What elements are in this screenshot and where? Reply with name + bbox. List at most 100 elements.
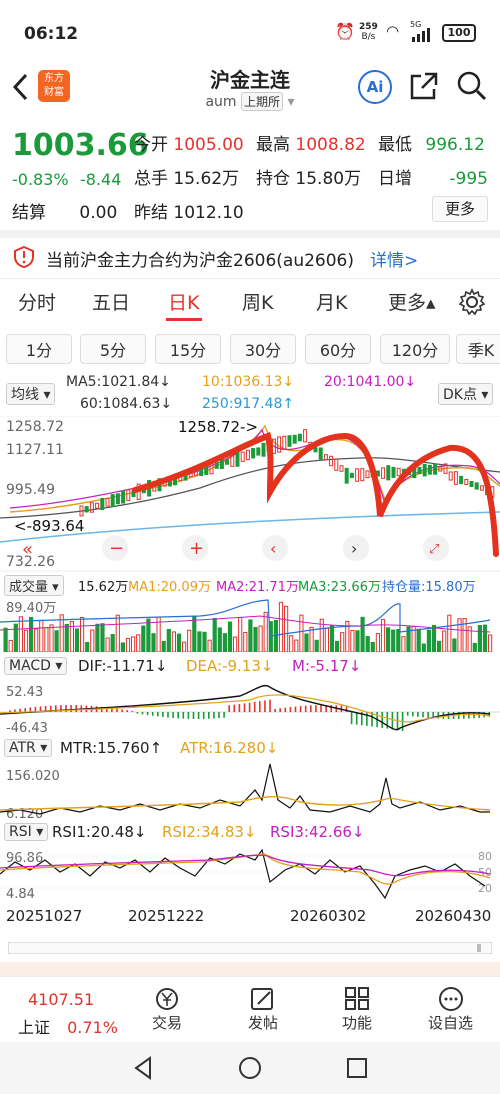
interval-120m[interactable]: 120分 [380, 334, 450, 364]
macd-bar [417, 712, 419, 717]
volume-chart[interactable]: 89.40万 [0, 596, 500, 652]
macd-bar [274, 708, 276, 712]
back-icon[interactable] [10, 72, 32, 102]
macd-bar [19, 708, 21, 712]
eastmoney-logo[interactable]: 东方 财富 [38, 70, 70, 102]
candle [381, 467, 386, 479]
macd-bar [126, 710, 128, 712]
volume-select[interactable]: 成交量 ▾ [4, 575, 64, 596]
volume-bar [314, 639, 319, 652]
volume-bar [100, 623, 105, 652]
interval-1m[interactable]: 1分 [6, 334, 72, 364]
dk-point-button[interactable]: DK点 ▾ [438, 383, 494, 405]
volume-y-top: 89.40万 [6, 601, 56, 616]
volume-bar [350, 630, 355, 652]
volume-bar [375, 633, 380, 652]
contract-notice[interactable]: 当前沪金主力合约为沪金2606(au2606) 详情> [0, 238, 500, 278]
candle [84, 506, 89, 513]
macd-bar [141, 712, 144, 715]
macd-bar [9, 710, 11, 712]
tab-daily-k[interactable]: 日K [168, 288, 199, 315]
contract-code[interactable]: aum 上期所 ▾ [150, 92, 350, 111]
candle [261, 442, 266, 457]
candle [339, 465, 344, 472]
interval-15m[interactable]: 15分 [155, 334, 221, 364]
interval-quarter[interactable]: 季K [456, 334, 500, 364]
nav-back-icon[interactable] [132, 1056, 154, 1080]
candle [95, 502, 100, 509]
volume-bar [442, 630, 447, 652]
nav-recent-icon[interactable] [345, 1056, 369, 1080]
macd-bar [223, 712, 225, 718]
tab-intraday[interactable]: 分时 [18, 288, 56, 315]
scroll-left-icon[interactable]: « [22, 539, 33, 560]
ma60-label: 60:1084.63↓ [80, 396, 173, 412]
more-button[interactable]: 更多 [432, 196, 488, 222]
rsi-chart[interactable]: 96.86 4.84 80 50 20 [0, 846, 500, 906]
macd-bar [304, 705, 307, 712]
atr-select[interactable]: ATR ▾ [4, 739, 53, 757]
volume-bar [217, 627, 222, 652]
trade-button[interactable]: 交易 [152, 986, 182, 1033]
scrollbar-thumb[interactable] [477, 944, 481, 952]
candle [344, 467, 349, 484]
ai-button[interactable]: Ai [358, 70, 392, 104]
app-header: 东方 财富 沪金主连 aum 上期所 ▾ Ai [0, 62, 500, 114]
volume-bar [171, 631, 177, 652]
kline-chart[interactable]: 1258.72 1127.11 995.49 732.26 1258.72-> … [0, 416, 500, 572]
x-date-1: 20251027 [6, 907, 83, 925]
indicator-select[interactable]: 均线 ▾ [6, 383, 56, 405]
tab-monthly-k[interactable]: 月K [316, 288, 347, 315]
macd-bars [4, 699, 491, 731]
volume-bar [49, 624, 54, 652]
x-date-4: 20260430 [415, 907, 492, 925]
macd-bar [315, 705, 317, 712]
share-icon[interactable] [408, 70, 440, 102]
volume-bar [365, 636, 370, 652]
volume-bar [64, 623, 69, 652]
macd-bar [422, 712, 424, 718]
tab-weekly-k[interactable]: 周K [242, 288, 273, 315]
atr-chart[interactable]: 156.020 6.120 [0, 760, 500, 822]
rsi-select[interactable]: RSI ▾ [4, 823, 49, 841]
volume-bar [44, 627, 49, 652]
volume-bar [447, 614, 452, 652]
volume-bar [131, 636, 136, 652]
macd-bar [167, 712, 169, 718]
macd-bar [406, 712, 409, 716]
volume-bar [187, 629, 192, 652]
oi-change-value: -995 [449, 169, 488, 189]
add-watchlist-button[interactable]: 设自选 [428, 986, 473, 1033]
search-icon[interactable] [456, 70, 488, 102]
volume-bar [335, 640, 340, 652]
index-name[interactable]: 上证 0.71% [18, 1014, 118, 1038]
notice-link[interactable]: 详情> [370, 246, 418, 271]
macd-bar [248, 702, 251, 712]
tab-five-day[interactable]: 五日 [92, 288, 130, 315]
status-bar: 06:12 ⏰ 259 B/s ◠ 5G 100 [0, 0, 500, 62]
macd-bar [197, 712, 200, 719]
candle [459, 475, 464, 485]
macd-bar [289, 707, 292, 712]
macd-select[interactable]: MACD ▾ [4, 657, 68, 675]
candle [121, 490, 126, 504]
volume-bar [386, 627, 391, 652]
volume-bar [182, 641, 187, 652]
tab-more[interactable]: 更多▴ [388, 288, 436, 315]
interval-30m[interactable]: 30分 [230, 334, 296, 364]
gear-icon[interactable] [458, 288, 486, 316]
post-button[interactable]: 发帖 [248, 986, 278, 1033]
index-value[interactable]: 4107.51 [28, 990, 94, 1009]
change-value: -8.44 [80, 170, 122, 189]
function-button[interactable]: 功能 [342, 986, 372, 1033]
nav-home-icon[interactable] [238, 1056, 262, 1080]
volume-bar [207, 639, 212, 652]
macd-chart[interactable]: 52.43 -46.43 [0, 680, 500, 736]
yen-icon [156, 988, 178, 1010]
volume-bar [202, 631, 207, 652]
candle [126, 489, 131, 502]
chart-scrollbar[interactable] [8, 942, 492, 954]
interval-60m[interactable]: 60分 [305, 334, 371, 364]
interval-5m[interactable]: 5分 [80, 334, 146, 364]
candles [79, 429, 495, 517]
